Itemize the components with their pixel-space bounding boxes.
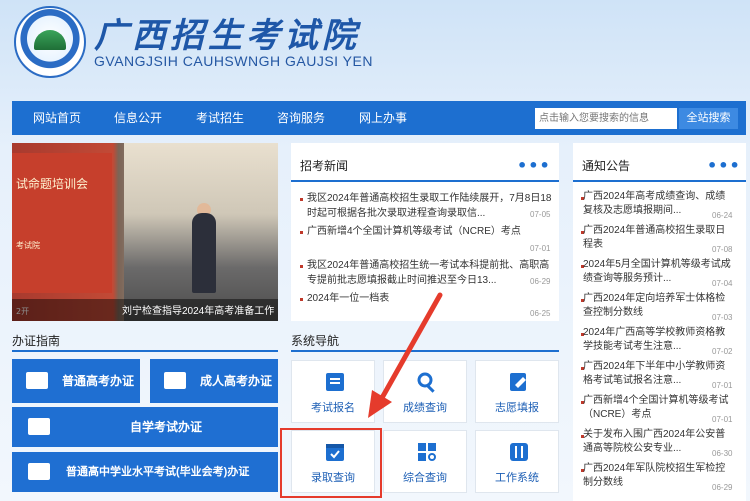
- comprehensive-query-label: 综合查询: [403, 472, 447, 484]
- huikao-cert-label: 普通高中学业水平考试(毕业会考)办证: [66, 466, 250, 478]
- slider-banner-small: 考试院: [16, 241, 40, 250]
- notice-item[interactable]: 广西2024年军队院校招生军检控制分数线: [583, 462, 733, 490]
- notice-date: 07-01: [712, 415, 733, 424]
- work-system-tile[interactable]: 工作系统: [475, 430, 559, 493]
- notice-more-icon[interactable]: •••: [707, 158, 741, 174]
- notice-date: 07-01: [712, 381, 733, 390]
- notice-date: 06-24: [712, 211, 733, 220]
- news-bullet: [300, 198, 303, 201]
- news-more-icon[interactable]: •••: [517, 158, 551, 174]
- notice-item[interactable]: 广西2024年下半年中小学教师资格考试笔试报名注意...: [583, 360, 733, 388]
- nav-consult[interactable]: 咨询服务: [277, 101, 325, 135]
- news-title: 招考新闻: [300, 159, 349, 173]
- notice-date: 07-02: [712, 347, 733, 356]
- search-input[interactable]: [535, 108, 677, 129]
- id-card-icon: [26, 372, 48, 389]
- notice-title: 通知公告: [582, 159, 631, 173]
- sliders-icon: [510, 443, 528, 461]
- slider-person: [192, 213, 216, 293]
- guide-divider: [12, 350, 278, 352]
- adult-exam-cert-button[interactable]: 成人高考办证: [150, 359, 278, 403]
- registration-icon: [326, 373, 344, 391]
- news-bullet: [300, 298, 303, 301]
- news-date: 06-29: [530, 277, 551, 286]
- self-study-cert-label: 自学考试办证: [130, 420, 203, 434]
- volunteer-fill-label: 志愿填报: [495, 402, 539, 414]
- site-logo[interactable]: [14, 6, 86, 78]
- site-subtitle: GVANGJSIH CAUHSWNGH GAUJSI YEN: [94, 53, 373, 69]
- nav-home[interactable]: 网站首页: [33, 101, 81, 135]
- notice-date: 06-29: [712, 483, 733, 492]
- notice-item[interactable]: 2024年广西高等学校教师资格教学技能考试考生注意...: [583, 326, 733, 354]
- news-divider: [291, 180, 559, 182]
- adult-exam-cert-label: 成人高考办证: [200, 374, 273, 388]
- system-nav-title: 系统导航: [291, 334, 340, 348]
- id-card-icon: [28, 418, 50, 435]
- slider-banner: [12, 153, 112, 293]
- work-system-label: 工作系统: [495, 472, 539, 484]
- red-arrow-annotation: [368, 292, 443, 418]
- news-date: 07-01: [530, 244, 551, 253]
- slider-caption[interactable]: 刘宁检查指导2024年高考准备工作: [122, 302, 274, 317]
- site-title: 广西招生考试院: [94, 16, 360, 56]
- news-date: 06-25: [530, 309, 551, 318]
- self-study-cert-button[interactable]: 自学考试办证: [12, 407, 278, 447]
- gaokao-cert-label: 普通高考办证: [62, 374, 135, 388]
- news-slider[interactable]: 试命题培训会 考试院 2开 刘宁检查指导2024年高考准备工作: [12, 143, 278, 321]
- news-bullet: [300, 231, 303, 234]
- guide-title: 办证指南: [12, 334, 61, 348]
- notice-item[interactable]: 广西2024年普通高校招生录取日程表: [583, 224, 733, 252]
- comprehensive-query-tile[interactable]: 综合查询: [383, 430, 467, 493]
- notice-date: 07-03: [712, 313, 733, 322]
- news-bullet: [300, 265, 303, 268]
- search-button[interactable]: 全站搜索: [679, 108, 738, 129]
- nav-info-public[interactable]: 信息公开: [114, 101, 162, 135]
- news-item[interactable]: 广西新增4个全国计算机等级考试（NCRE）考点: [307, 224, 555, 239]
- notice-item[interactable]: 广西新增4个全国计算机等级考试（NCRE）考点: [583, 394, 733, 422]
- huikao-cert-button[interactable]: 普通高中学业水平考试(毕业会考)办证: [12, 452, 278, 492]
- news-item[interactable]: 我区2024年普通高校招生录取工作陆续展开，7月8日18时起可根据各批次录取进程…: [307, 191, 555, 221]
- id-card-icon: [164, 372, 186, 389]
- slider-banner-text: 试命题培训会: [16, 177, 89, 191]
- nav-exam-enroll[interactable]: 考试招生: [196, 101, 244, 135]
- notice-item[interactable]: 广西2024年定向培养军士体格检查控制分数线: [583, 292, 733, 320]
- gaokao-cert-button[interactable]: 普通高考办证: [12, 359, 140, 403]
- notice-date: 07-04: [712, 279, 733, 288]
- notice-item[interactable]: 关于发布入围广西2024年公安普通高等院校公安专业...: [583, 428, 733, 456]
- news-date: 07-05: [530, 210, 551, 219]
- notice-date: 06-30: [712, 449, 733, 458]
- site-header: 广西招生考试院 GVANGJSIH CAUHSWNGH GAUJSI YEN: [0, 0, 750, 98]
- notice-date: 07-08: [712, 245, 733, 254]
- grid-search-icon: [418, 443, 436, 461]
- volunteer-fill-tile[interactable]: 志愿填报: [475, 360, 559, 423]
- news-item[interactable]: 我区2024年普通高校招生统一考试本科提前批、高职高专提前批志愿填报截止时间推迟…: [307, 258, 555, 288]
- id-card-icon: [28, 463, 50, 480]
- notice-item[interactable]: 2024年5月全国计算机等级考试成绩查询等服务预计...: [583, 258, 733, 286]
- notice-item[interactable]: 广西2024年高考成绩查询、成绩复核及志愿填报期间...: [583, 190, 733, 218]
- notice-divider: [573, 180, 746, 182]
- edit-form-icon: [510, 373, 526, 391]
- nav-online-service[interactable]: 网上办事: [359, 101, 407, 135]
- highlight-box: [280, 428, 382, 498]
